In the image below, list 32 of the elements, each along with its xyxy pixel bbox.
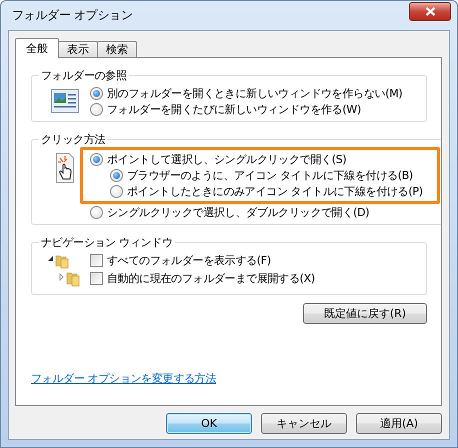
dialog-button[interactable]: 既定値に戻す(R) (303, 303, 427, 324)
hand-cursor-icon (56, 153, 74, 183)
dialog-button[interactable]: OK (166, 413, 252, 434)
option-label[interactable]: 自動的に現在のフォルダーまで展開する(X) (107, 270, 315, 286)
radio-button[interactable] (110, 184, 123, 198)
window-title: フォルダー オプション (12, 7, 133, 24)
help-link[interactable]: フォルダー オプションを変更する方法 (31, 371, 216, 386)
radio-button[interactable] (90, 86, 103, 100)
group-title: ナビゲーション ウィンドウ (40, 235, 174, 250)
option-label[interactable]: シングルクリックで選択し、ダブルクリックで開く(D) (107, 204, 370, 220)
radio-button[interactable] (110, 168, 123, 182)
option-label[interactable]: ポイントして選択し、シングルクリックで開く(S) (107, 152, 346, 166)
option-label[interactable]: フォルダーを開くたびに新しいウィンドウを作る(W) (107, 102, 361, 116)
tab[interactable]: 検索 (97, 41, 137, 57)
checkbox[interactable] (90, 254, 103, 266)
tab[interactable]: 全般 (15, 38, 59, 58)
option-label[interactable]: ポイントしたときにのみアイコン タイトルに下線を付ける(P) (127, 184, 423, 198)
window-icon (51, 89, 79, 113)
group-title: フォルダーの参照 (40, 68, 128, 83)
radio-button[interactable] (90, 102, 103, 116)
tab[interactable]: 表示 (58, 41, 98, 57)
option-label[interactable]: すべてのフォルダーを表示する(F) (107, 252, 271, 268)
group-title: クリック方法 (40, 132, 106, 147)
radio-button[interactable] (90, 152, 103, 166)
dialog-button[interactable]: キャンセル (261, 413, 347, 434)
close-icon (424, 7, 436, 16)
option-label[interactable]: 別のフォルダーを開くときに新しいウィンドウを作らない(M) (107, 86, 402, 100)
checkbox[interactable] (90, 272, 103, 284)
dialog-button[interactable]: 適用(A) (356, 413, 442, 434)
radio-button[interactable] (90, 206, 103, 218)
option-label[interactable]: ブラウザーのように、アイコン タイトルに下線を付ける(B) (127, 168, 413, 182)
close-button[interactable] (409, 2, 451, 21)
